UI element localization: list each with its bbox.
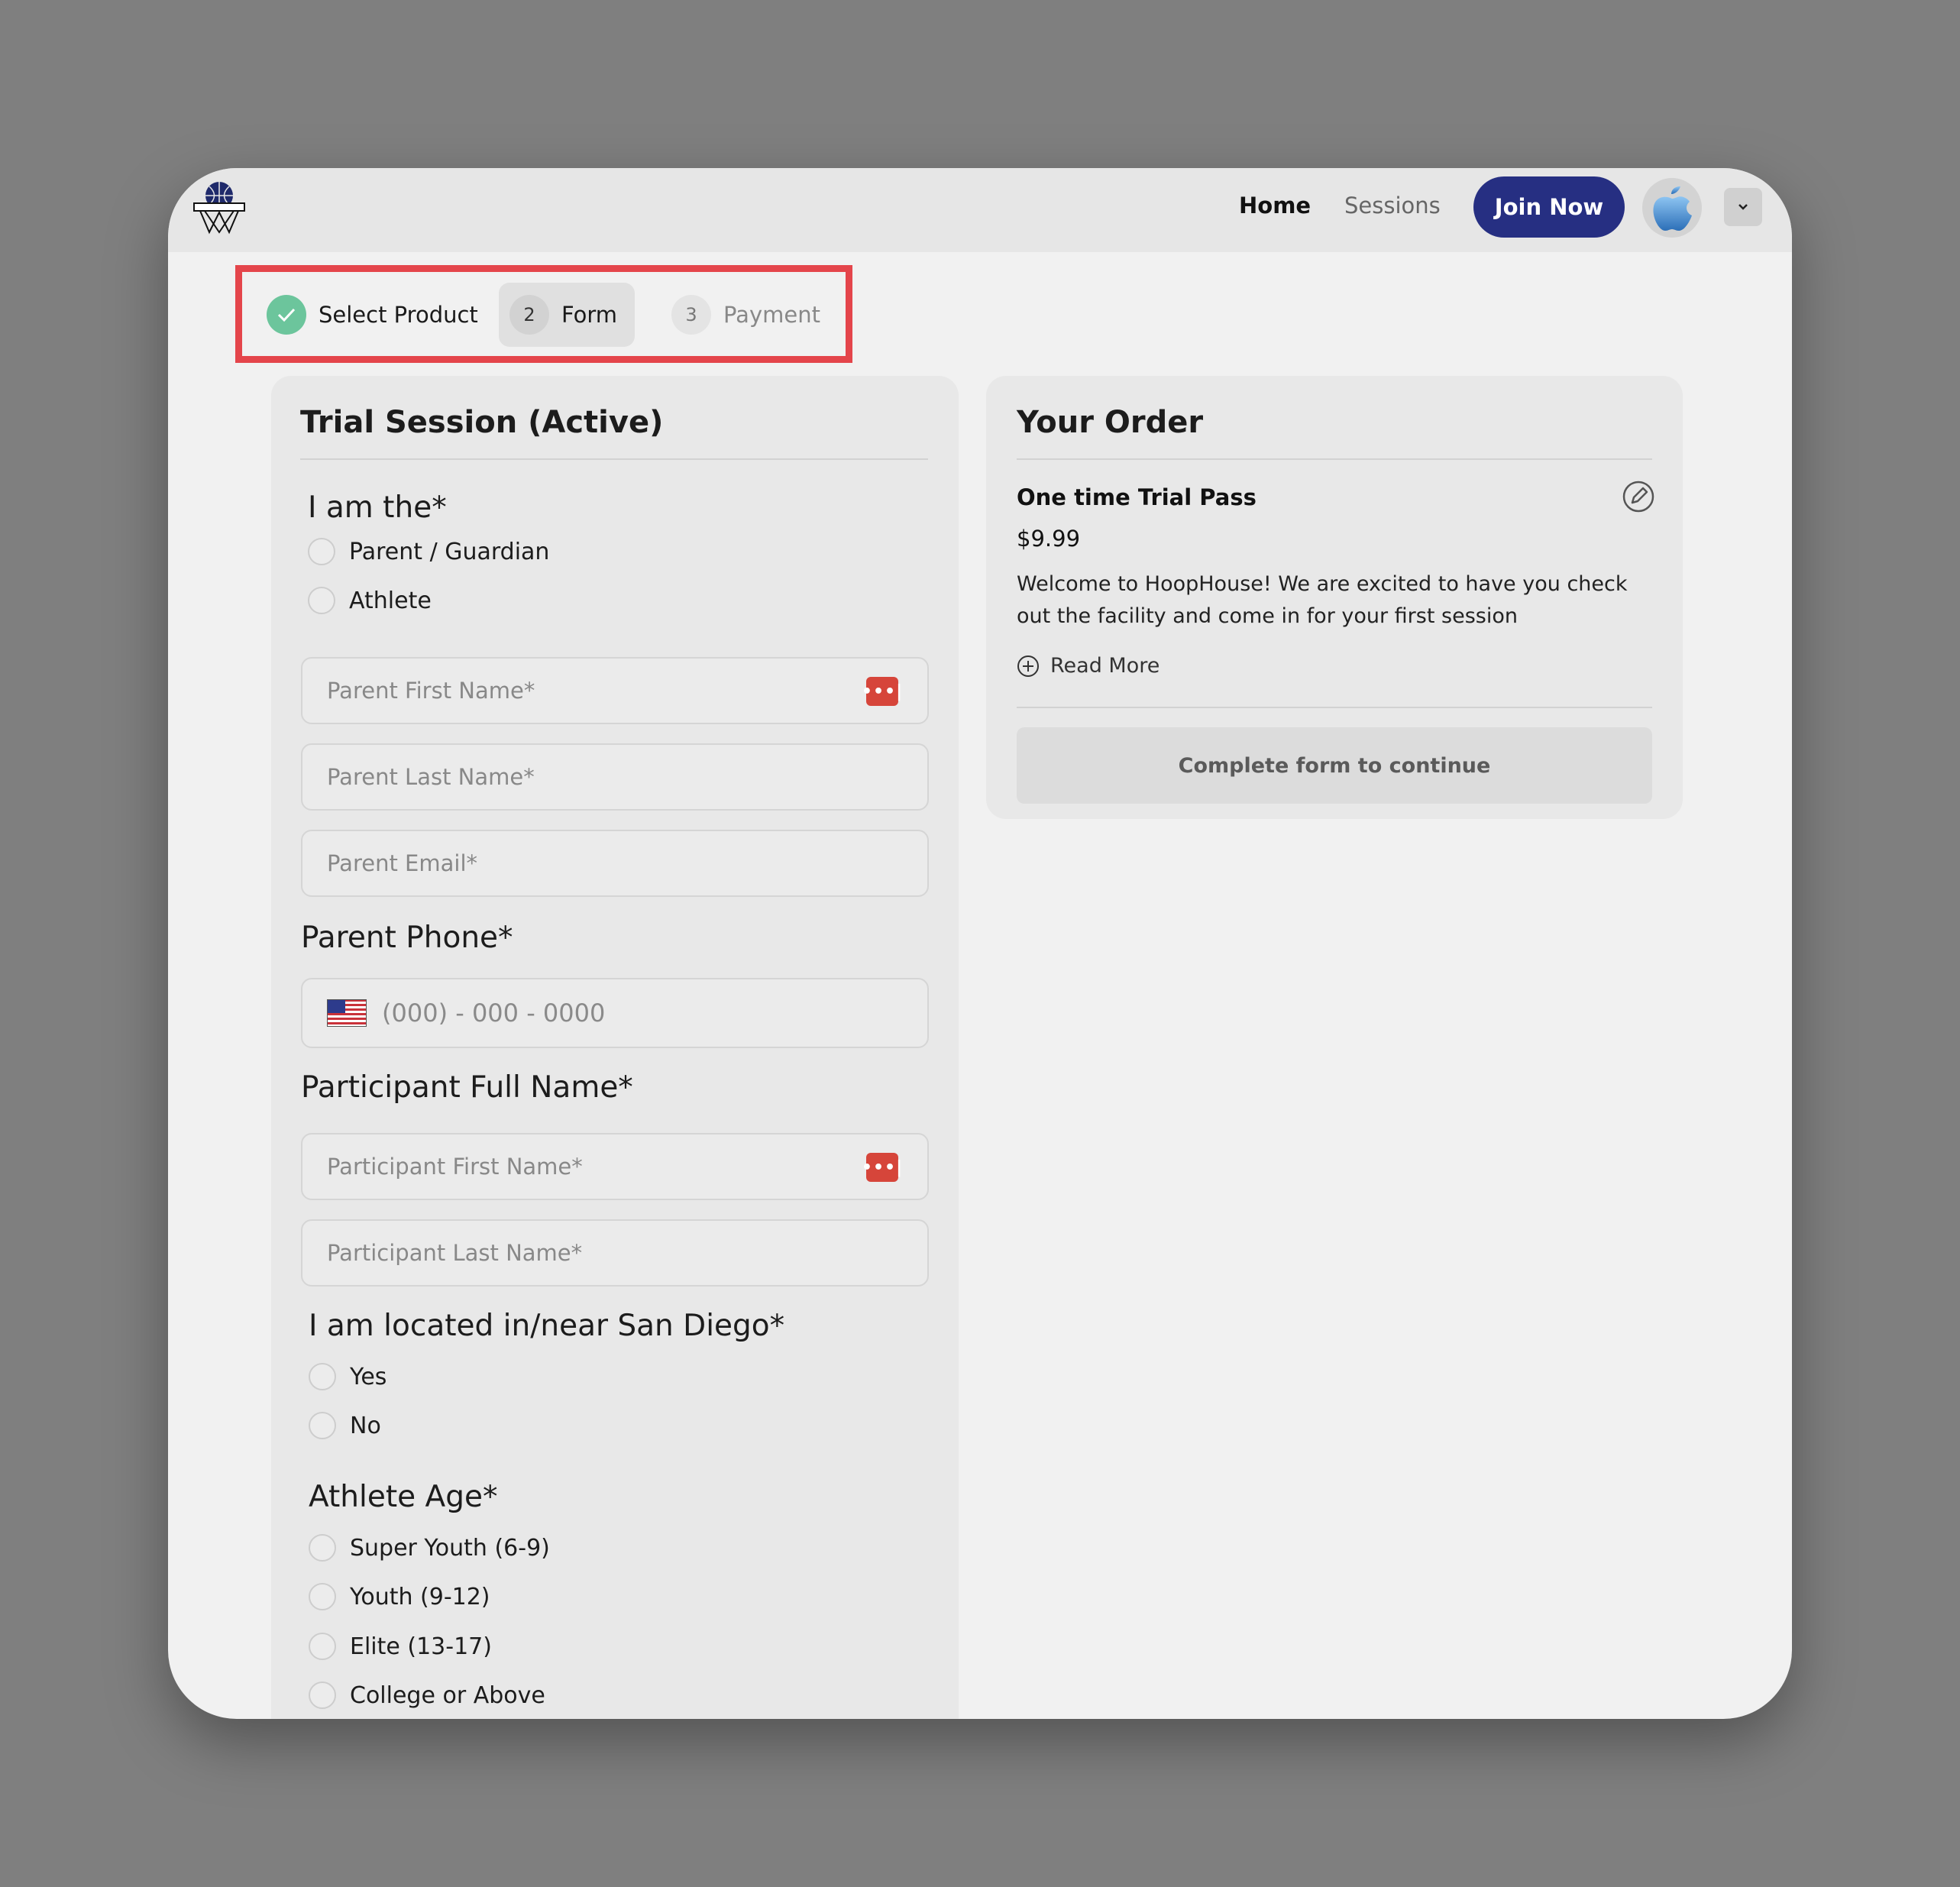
order-divider bbox=[1017, 458, 1652, 460]
step-label: Form bbox=[561, 302, 618, 328]
password-manager-icon[interactable]: •••| bbox=[862, 677, 902, 706]
parent-first-name-input[interactable]: Parent First Name* •••| bbox=[301, 657, 929, 724]
radio-label: Super Youth (6-9) bbox=[350, 1534, 550, 1562]
radio-button[interactable] bbox=[309, 1363, 336, 1390]
radio-label: Athlete bbox=[349, 587, 432, 614]
check-icon bbox=[267, 295, 306, 335]
radio-age-college[interactable]: College or Above bbox=[309, 1681, 545, 1709]
step-number: 3 bbox=[671, 295, 711, 335]
order-description: Welcome to HoopHouse! We are excited to … bbox=[1017, 572, 1628, 628]
order-title: Your Order bbox=[1017, 405, 1204, 440]
input-placeholder: Participant Last Name* bbox=[327, 1240, 583, 1266]
step-select-product[interactable]: Select Product bbox=[267, 295, 478, 335]
step-label: Payment bbox=[723, 302, 820, 328]
step-payment[interactable]: 3 Payment bbox=[671, 295, 820, 335]
radio-parent-guardian[interactable]: Parent / Guardian bbox=[308, 538, 549, 565]
order-divider-bottom bbox=[1017, 707, 1652, 708]
parent-phone-input[interactable]: (000) - 000 - 0000 bbox=[301, 978, 929, 1048]
nav-sessions[interactable]: Sessions bbox=[1344, 193, 1441, 218]
radio-button[interactable] bbox=[309, 1681, 336, 1709]
parent-last-name-input[interactable]: Parent Last Name* bbox=[301, 743, 929, 811]
password-manager-icon[interactable]: •••| bbox=[862, 1153, 902, 1182]
athlete-age-label: Athlete Age* bbox=[309, 1480, 498, 1514]
parent-phone-label: Parent Phone* bbox=[301, 921, 513, 955]
hoophouse-logo[interactable] bbox=[191, 179, 247, 235]
radio-button[interactable] bbox=[308, 587, 335, 614]
complete-form-button[interactable]: Complete form to continue bbox=[1017, 727, 1652, 804]
input-placeholder: (000) - 000 - 0000 bbox=[382, 999, 606, 1028]
app-window: Home Sessions Join Now Select Product 2 … bbox=[168, 168, 1792, 1719]
join-now-button[interactable]: Join Now bbox=[1473, 176, 1625, 238]
read-more-link[interactable]: Read More bbox=[1017, 654, 1160, 678]
order-summary: Your Order One time Trial Pass $9.99 Wel… bbox=[986, 376, 1683, 819]
radio-label: College or Above bbox=[350, 1681, 545, 1709]
radio-location-no[interactable]: No bbox=[309, 1412, 381, 1439]
order-item-name: One time Trial Pass bbox=[1017, 484, 1257, 510]
radio-age-elite[interactable]: Elite (13-17) bbox=[309, 1633, 492, 1660]
step-form[interactable]: 2 Form bbox=[509, 295, 617, 335]
radio-age-youth[interactable]: Youth (9-12) bbox=[309, 1583, 490, 1610]
plus-circle-icon bbox=[1017, 655, 1039, 677]
chevron-down-icon bbox=[1738, 204, 1748, 210]
radio-button[interactable] bbox=[309, 1412, 336, 1439]
participant-last-name-input[interactable]: Participant Last Name* bbox=[301, 1219, 929, 1287]
form-divider bbox=[300, 458, 928, 460]
input-placeholder: Participant First Name* bbox=[327, 1154, 583, 1180]
apple-icon bbox=[1653, 186, 1692, 231]
form-title: Trial Session (Active) bbox=[300, 405, 664, 440]
input-placeholder: Parent Email* bbox=[327, 850, 478, 876]
radio-location-yes[interactable]: Yes bbox=[309, 1363, 387, 1390]
account-menu-button[interactable] bbox=[1724, 188, 1762, 226]
read-more-label: Read More bbox=[1050, 654, 1160, 678]
edit-icon[interactable] bbox=[1622, 480, 1655, 513]
radio-athlete[interactable]: Athlete bbox=[308, 587, 432, 614]
top-navigation: Home Sessions Join Now bbox=[168, 168, 1792, 252]
avatar[interactable] bbox=[1642, 178, 1702, 238]
radio-button[interactable] bbox=[309, 1633, 336, 1660]
radio-button[interactable] bbox=[308, 538, 335, 565]
input-placeholder: Parent Last Name* bbox=[327, 764, 535, 790]
step-number: 2 bbox=[509, 295, 549, 335]
radio-button[interactable] bbox=[309, 1534, 336, 1562]
nav-home[interactable]: Home bbox=[1239, 193, 1311, 218]
us-flag-icon[interactable] bbox=[327, 999, 367, 1027]
role-label: I am the* bbox=[308, 490, 447, 525]
radio-label: No bbox=[350, 1412, 381, 1439]
radio-age-super-youth[interactable]: Super Youth (6-9) bbox=[309, 1534, 550, 1562]
radio-button[interactable] bbox=[309, 1583, 336, 1610]
order-price: $9.99 bbox=[1017, 526, 1081, 552]
radio-label: Yes bbox=[350, 1363, 387, 1390]
location-label: I am located in/near San Diego* bbox=[309, 1309, 785, 1343]
radio-label: Parent / Guardian bbox=[349, 538, 550, 565]
input-placeholder: Parent First Name* bbox=[327, 678, 535, 704]
radio-label: Youth (9-12) bbox=[350, 1583, 490, 1610]
parent-email-input[interactable]: Parent Email* bbox=[301, 830, 929, 897]
radio-label: Elite (13-17) bbox=[350, 1633, 492, 1660]
participant-name-label: Participant Full Name* bbox=[301, 1070, 633, 1105]
participant-first-name-input[interactable]: Participant First Name* •••| bbox=[301, 1133, 929, 1200]
step-label: Select Product bbox=[319, 302, 478, 328]
